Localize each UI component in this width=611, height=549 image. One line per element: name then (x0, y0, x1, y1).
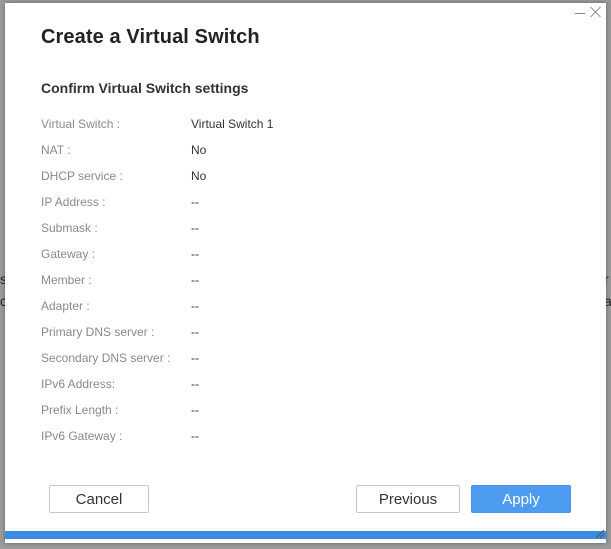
summary-row-label: Prefix Length : (41, 403, 119, 417)
summary-row-value: -- (191, 299, 199, 313)
summary-row-value: -- (191, 325, 199, 339)
summary-row-label: Primary DNS server : (41, 325, 155, 339)
summary-row-value: -- (191, 195, 199, 209)
summary-row-value: -- (191, 429, 199, 443)
summary-row-label: Secondary DNS server : (41, 351, 171, 365)
summary-row-value: -- (191, 247, 199, 261)
dialog-title: Create a Virtual Switch (41, 26, 260, 48)
summary-row-label: Submask : (41, 221, 98, 235)
previous-button[interactable]: Previous (356, 485, 460, 513)
summary-row-value: -- (191, 403, 199, 417)
summary-row-value: -- (191, 221, 199, 235)
minimize-icon[interactable] (574, 5, 586, 19)
summary-row-value: No (191, 143, 207, 157)
summary-row-label: NAT : (41, 143, 71, 157)
settings-summary: Virtual Switch : Virtual Switch 1 NAT : No D… (41, 117, 561, 455)
summary-row: DHCP service : No (41, 169, 561, 195)
summary-row: Prefix Length : -- (41, 403, 561, 429)
summary-row-label: IPv6 Address: (41, 377, 116, 391)
cancel-button[interactable]: Cancel (49, 485, 149, 513)
summary-row: Submask : -- (41, 221, 561, 247)
apply-button[interactable]: Apply (471, 485, 571, 513)
summary-row: IPv6 Address: -- (41, 377, 561, 403)
resize-grip-icon[interactable] (596, 530, 604, 538)
summary-row: IPv6 Gateway : -- (41, 429, 561, 455)
summary-row-value: -- (191, 273, 199, 287)
summary-row: IP Address : -- (41, 195, 561, 221)
summary-row-label: DHCP service : (41, 169, 123, 183)
summary-row: Primary DNS server : -- (41, 325, 561, 351)
summary-row: NAT : No (41, 143, 561, 169)
summary-row-label: IP Address : (41, 195, 106, 209)
summary-row-label: Gateway : (41, 247, 96, 261)
summary-row-value: No (191, 169, 207, 183)
summary-row-label: Adapter : (41, 299, 90, 313)
summary-row: Gateway : -- (41, 247, 561, 273)
wizard-progress-bar (5, 531, 606, 539)
summary-row: Virtual Switch : Virtual Switch 1 (41, 117, 561, 143)
summary-row-value: Virtual Switch 1 (191, 117, 274, 131)
summary-row-label: IPv6 Gateway : (41, 429, 123, 443)
summary-row-label: Member : (41, 273, 92, 287)
summary-row-label: Virtual Switch : (41, 117, 121, 131)
summary-row: Adapter : -- (41, 299, 561, 325)
summary-row-value: -- (191, 377, 199, 391)
summary-row: Secondary DNS server : -- (41, 351, 561, 377)
summary-row-value: -- (191, 351, 199, 365)
create-virtual-switch-dialog: Create a Virtual Switch Confirm Virtual … (5, 3, 606, 543)
section-subtitle: Confirm Virtual Switch settings (41, 80, 249, 96)
summary-row: Member : -- (41, 273, 561, 299)
window-controls (574, 5, 602, 19)
wizard-progress-fill (5, 531, 606, 539)
close-icon[interactable] (590, 5, 602, 19)
